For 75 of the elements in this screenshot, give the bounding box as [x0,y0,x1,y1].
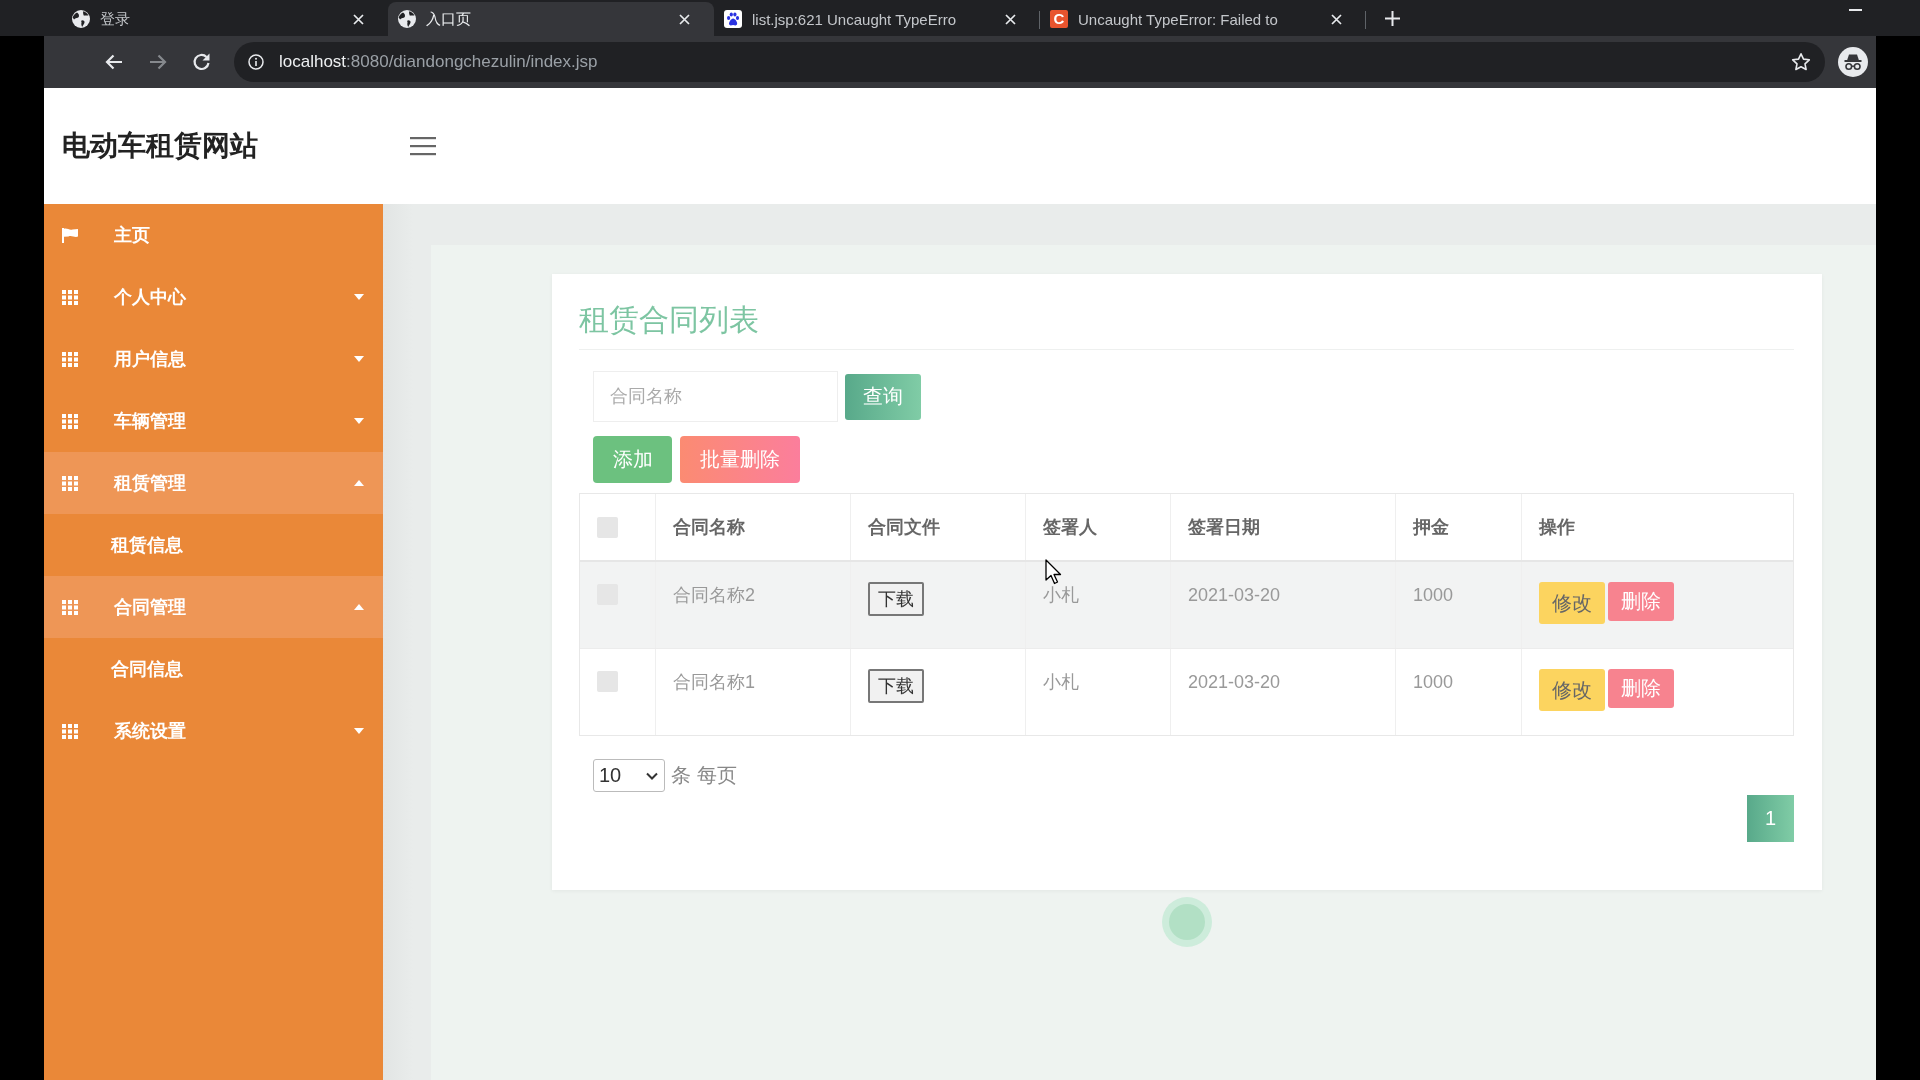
close-icon[interactable] [1331,13,1342,25]
page-title: 租赁合同列表 [579,303,759,336]
reload-icon[interactable] [192,52,212,72]
grid-icon [62,413,78,429]
checkbox[interactable] [597,671,618,692]
star-icon[interactable] [1791,52,1811,72]
globe-icon [398,10,416,28]
incognito-icon[interactable] [1838,47,1868,77]
download-button[interactable]: 下载 [868,669,924,703]
column-header: 操作 [1538,516,1576,539]
plus-icon[interactable] [1385,11,1400,26]
back-icon[interactable] [104,52,124,72]
close-icon[interactable] [1005,13,1016,25]
edit-button[interactable]: 修改 [1539,669,1605,711]
page-size-select[interactable]: 10 [593,759,665,792]
grid-icon [62,475,78,491]
table-cell: 合同名称1 [656,649,851,735]
close-icon[interactable] [679,13,690,25]
caret-icon [354,604,364,610]
site-title: 电动车租赁网站 [62,130,258,161]
cursor-icon [1045,559,1063,586]
caret-icon [354,294,364,300]
column-header: 押金 [1396,494,1522,560]
site-logo-icon: C [1050,10,1068,28]
edit-button[interactable]: 修改 [1539,582,1605,624]
menu-icon[interactable] [410,136,436,156]
browser-tab[interactable]: 入口页 [388,2,714,36]
grid-icon [62,599,78,615]
checkbox[interactable] [597,516,618,538]
close-icon[interactable] [353,13,364,25]
add-button[interactable]: 添加 [593,436,672,483]
caret-icon [354,480,364,486]
sidebar-menu-item[interactable]: 车辆管理 [44,390,383,452]
download-button[interactable]: 下载 [868,582,924,616]
url-host: localhost [279,52,347,72]
sidebar-submenu-item[interactable]: 租赁信息 [44,514,383,576]
browser-tab[interactable]: C Uncaught TypeError: Failed to [1040,2,1366,36]
search-field[interactable]: 合同名称 [593,371,838,422]
dot-icon [1162,897,1212,947]
caret-icon [354,418,364,424]
address-bar[interactable]: localhost:8080/diandongchezulin/index.jsp [234,42,1825,82]
sidebar-menu-item[interactable]: 系统设置 [44,700,383,762]
globe-icon [72,10,90,28]
sidebar-menu-item[interactable]: 主页 [44,204,383,266]
page-button[interactable]: 1 [1747,795,1794,842]
page-size-label: 条 每页 [671,763,737,788]
sidebar-menu-item[interactable]: 租赁管理 [44,452,383,514]
column-header: 签署日期 [1171,494,1396,560]
query-button[interactable]: 查询 [845,373,921,420]
column-header: 签署人 [1026,494,1171,560]
table-cell: 小札 [1026,649,1171,735]
flag-icon [62,227,78,243]
browser-tab[interactable]: 登录 [62,2,388,36]
sidebar-menu-item[interactable]: 用户信息 [44,328,383,390]
sidebar-menu-item[interactable]: 个人中心 [44,266,383,328]
url-path: :8080/diandongchezulin/index.jsp [346,52,598,72]
delete-button[interactable]: 删除 [1608,582,1674,621]
batch-delete-button[interactable]: 批量删除 [680,436,800,483]
table-cell: 1000 [1396,649,1522,735]
caret-icon [354,728,364,734]
table-cell: 2021-03-20 [1171,649,1396,735]
column-header: 合同名称 [656,494,851,560]
info-icon[interactable] [248,54,264,70]
grid-icon [62,351,78,367]
grid-icon [62,723,78,739]
paw-icon [724,10,742,28]
browser-tab[interactable]: list.jsp:621 Uncaught TypeErro [714,2,1040,36]
sidebar-menu-item[interactable]: 合同管理 [44,576,383,638]
grid-icon [62,289,78,305]
sidebar-submenu-item[interactable]: 合同信息 [44,638,383,700]
column-header: 合同文件 [851,494,1026,560]
caret-icon [354,356,364,362]
chevron-down-icon [646,771,658,780]
delete-button[interactable]: 删除 [1608,669,1674,708]
forward-icon[interactable] [148,52,168,72]
